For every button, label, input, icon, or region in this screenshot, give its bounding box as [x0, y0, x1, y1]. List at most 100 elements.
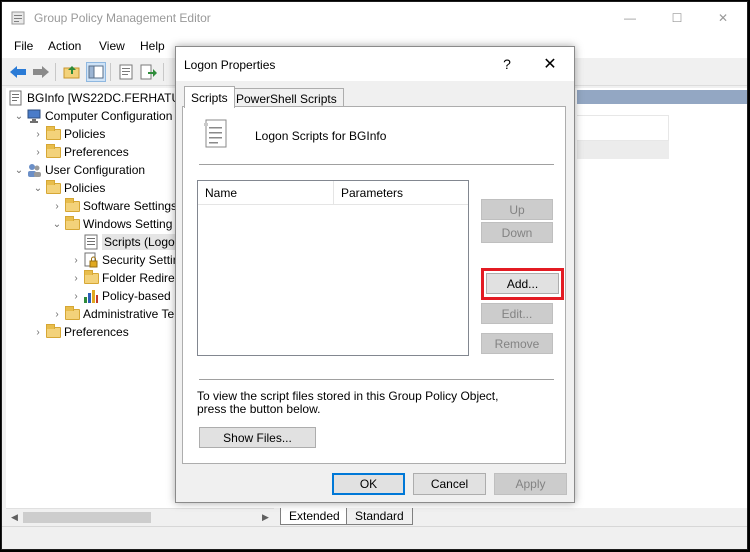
forward-button[interactable] — [31, 62, 51, 82]
menu-view[interactable]: View — [99, 39, 125, 53]
menu-action[interactable]: Action — [48, 39, 81, 53]
chevron-down-icon[interactable]: ⌄ — [12, 161, 26, 179]
chevron-right-icon[interactable]: › — [31, 143, 45, 161]
tab-standard[interactable]: Standard — [346, 508, 413, 525]
remove-button[interactable]: Remove — [481, 333, 553, 354]
tree-item-label: Preferences — [64, 145, 129, 159]
close-window-button[interactable]: ✕ — [700, 2, 746, 34]
cancel-button[interactable]: Cancel — [413, 473, 486, 495]
list-header: Name Parameters — [198, 181, 468, 205]
divider — [199, 379, 554, 380]
scroll-thumb[interactable] — [23, 512, 151, 523]
tab-standard-label: Standard — [355, 509, 404, 523]
chevron-down-icon[interactable]: ⌄ — [12, 107, 26, 125]
show-files-button[interactable]: Show Files... — [199, 427, 316, 448]
tab-extended[interactable]: Extended — [280, 508, 349, 525]
folder-icon — [64, 215, 80, 232]
chevron-right-icon[interactable]: › — [31, 323, 45, 341]
chevron-right-icon[interactable]: › — [69, 251, 83, 269]
chevron-right-icon[interactable]: › — [69, 287, 83, 305]
menu-file[interactable]: File — [14, 39, 33, 53]
horizontal-scrollbar[interactable]: ◀ ▶ — [6, 508, 274, 525]
help-icon: ? — [503, 56, 511, 72]
tree-item-label: Policy-based — [102, 289, 171, 303]
column-name[interactable]: Name — [198, 181, 333, 205]
tree-item-folder-redirection[interactable]: › Folder Redire — [69, 269, 175, 287]
down-button[interactable]: Down — [481, 222, 553, 243]
folder-icon — [45, 143, 61, 160]
status-bar — [2, 526, 747, 549]
tree-item-label: Preferences — [64, 325, 129, 339]
up-button[interactable]: Up — [481, 199, 553, 220]
chevron-right-icon[interactable]: › — [50, 305, 64, 323]
toolbar-separator — [163, 63, 164, 81]
folder-icon — [64, 197, 80, 214]
tree-item-security-settings[interactable]: › Security Settir — [69, 251, 177, 269]
ok-button[interactable]: OK — [332, 473, 405, 495]
scripts-heading: Logon Scripts for BGInfo — [255, 129, 387, 143]
dialog-help-button[interactable]: ? — [492, 53, 522, 75]
tree-item-scripts-logon[interactable]: Scripts (Logo — [69, 233, 177, 251]
edit-button[interactable]: Edit... — [481, 303, 553, 324]
tree-item-windows-settings[interactable]: ⌄ Windows Setting — [50, 215, 172, 233]
column-parameters-label: Parameters — [341, 186, 404, 200]
forward-arrow-icon — [33, 66, 49, 78]
tree-item-label: Scripts (Logo — [102, 234, 177, 250]
window-title: Group Policy Management Editor — [34, 11, 211, 25]
tree-item-software-settings[interactable]: › Software Settings — [50, 197, 177, 215]
scripts-tab-panel: Logon Scripts for BGInfo Name Parameters… — [182, 106, 566, 464]
scroll-left-icon[interactable]: ◀ — [6, 509, 23, 526]
chevron-right-icon[interactable]: › — [50, 197, 64, 215]
tab-scripts-label: Scripts — [191, 90, 228, 105]
app-icon — [11, 11, 25, 25]
tree-item-computer-preferences[interactable]: › Preferences — [31, 143, 129, 161]
properties-icon — [119, 64, 133, 80]
scripts-list[interactable]: Name Parameters — [197, 180, 469, 356]
tree-item-computer-policies[interactable]: › Policies — [31, 125, 105, 143]
column-name-label: Name — [205, 186, 238, 200]
tab-powershell-scripts[interactable]: PowerShell Scripts — [229, 88, 344, 108]
tree-root-label: BGInfo [WS22DC.FERHATUL — [27, 91, 187, 105]
tree-item-administrative-templates[interactable]: › Administrative Te — [50, 305, 174, 323]
folder-icon — [45, 125, 61, 142]
apply-button[interactable]: Apply — [494, 473, 567, 495]
tree-item-label: Windows Setting — [83, 217, 173, 231]
menu-help[interactable]: Help — [140, 39, 165, 53]
tree-item-policy-based-qos[interactable]: › Policy-based — [69, 287, 171, 305]
lock-icon — [83, 252, 99, 268]
export-icon — [140, 64, 157, 80]
tree-item-user-policies[interactable]: ⌄ Policies — [31, 179, 105, 197]
close-icon: ✕ — [543, 56, 557, 73]
script-file-icon — [204, 119, 227, 148]
column-parameters[interactable]: Parameters — [333, 181, 468, 205]
details-row — [577, 141, 669, 159]
details-row — [577, 115, 669, 141]
scripts-icon — [83, 234, 99, 250]
minimize-button[interactable]: — — [607, 2, 653, 34]
dialog-close-button[interactable]: ✕ — [532, 53, 568, 75]
divider — [199, 164, 554, 165]
scroll-right-icon[interactable]: ▶ — [257, 509, 274, 526]
maximize-button[interactable]: ☐ — [654, 2, 700, 34]
tree-root[interactable]: BGInfo [WS22DC.FERHATUL — [8, 89, 187, 107]
back-button[interactable] — [8, 62, 28, 82]
tree-item-label: Folder Redire — [102, 271, 175, 285]
export-list-button[interactable] — [139, 62, 159, 82]
chevron-right-icon[interactable]: › — [31, 125, 45, 143]
add-button[interactable]: Add... — [486, 273, 559, 294]
chevron-down-icon[interactable]: ⌄ — [31, 179, 45, 197]
tree-item-label: Software Settings — [83, 199, 178, 213]
show-hide-tree-button[interactable] — [86, 62, 106, 82]
properties-button[interactable] — [116, 62, 136, 82]
close-icon: ✕ — [717, 11, 729, 25]
tree-item-user-configuration[interactable]: ⌄ User Configuration — [12, 161, 145, 179]
chevron-right-icon[interactable]: › — [69, 269, 83, 287]
up-folder-button[interactable] — [62, 62, 82, 82]
tree-item-user-preferences[interactable]: › Preferences — [31, 323, 129, 341]
tab-scripts[interactable]: Scripts — [184, 86, 235, 108]
tree-item-computer-configuration[interactable]: ⌄ Computer Configuration — [12, 107, 172, 125]
tree-item-label: Computer Configuration — [45, 109, 173, 123]
console-tree-icon — [88, 65, 104, 79]
chevron-down-icon[interactable]: ⌄ — [50, 215, 64, 233]
back-arrow-icon — [10, 66, 26, 78]
